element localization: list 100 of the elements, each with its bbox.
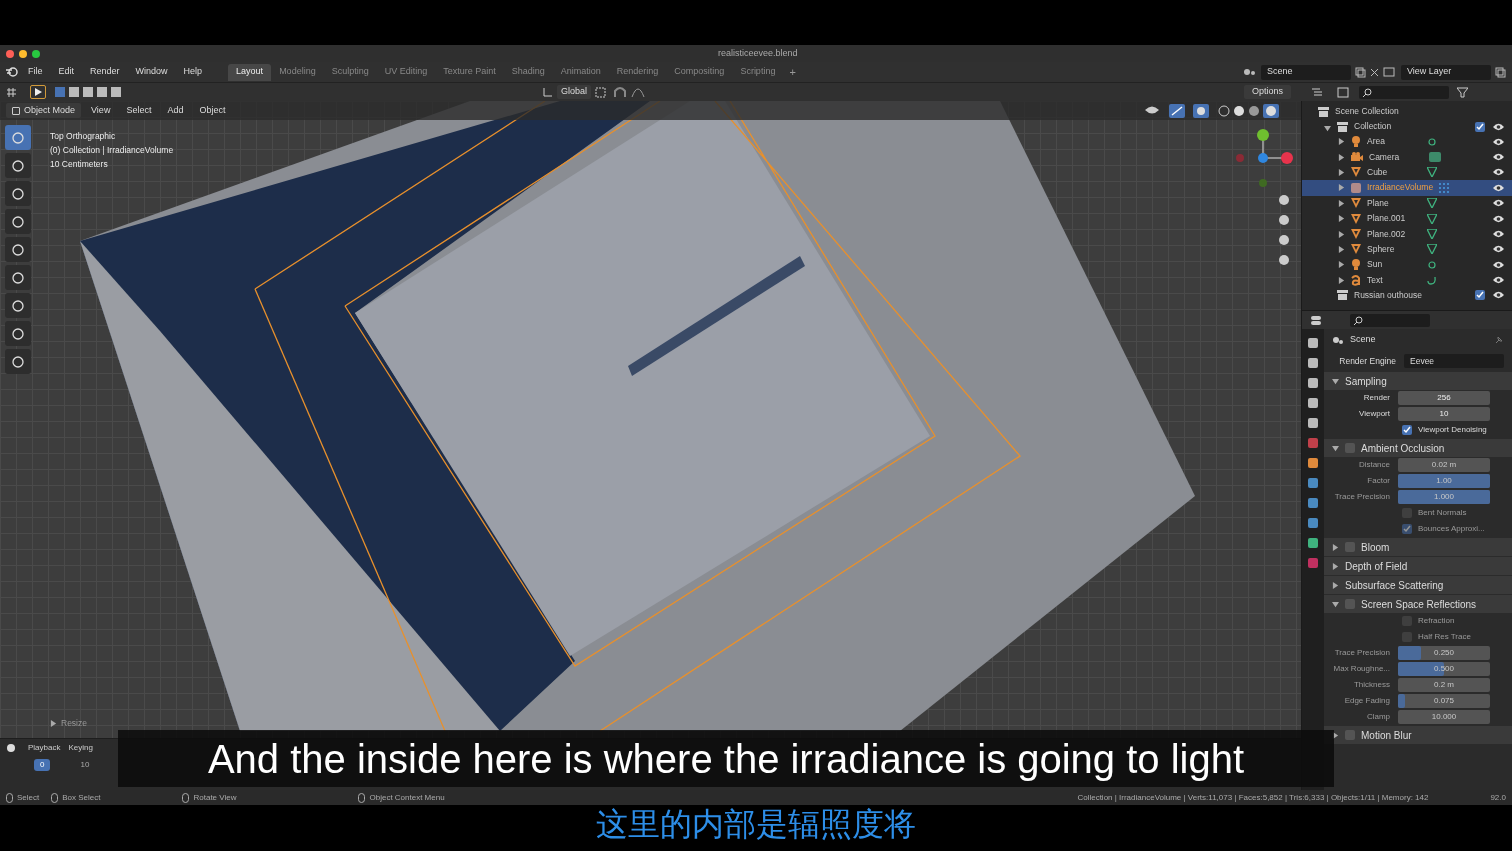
outliner-row[interactable]: Sphere: [1302, 241, 1512, 258]
checkbox[interactable]: [1345, 599, 1355, 609]
workspace-tab[interactable]: Modeling: [271, 63, 324, 81]
outliner-row[interactable]: Sun: [1302, 257, 1512, 273]
outliner-row[interactable]: Camera: [1302, 149, 1512, 165]
tree-item[interactable]: Russian outhouse: [1354, 289, 1423, 302]
expand-triangle-icon[interactable]: [50, 719, 57, 727]
options-dropdown[interactable]: Options: [1243, 85, 1291, 99]
menu-item[interactable]: File: [22, 65, 49, 79]
menu-item[interactable]: Render: [84, 65, 126, 79]
eye-icon[interactable]: [1493, 199, 1504, 208]
workspace-tab[interactable]: Shading: [503, 63, 553, 81]
eye-icon[interactable]: [1493, 153, 1504, 162]
checkbox[interactable]: [1345, 443, 1355, 453]
workspace-tab[interactable]: Texture Paint: [435, 63, 504, 81]
eye-icon[interactable]: [1493, 168, 1504, 177]
workspace-tab[interactable]: UV Editing: [376, 63, 436, 81]
search-field[interactable]: [1350, 313, 1430, 327]
view-layer-field[interactable]: View Layer: [1401, 64, 1491, 80]
current-frame-indicator[interactable]: 0: [34, 759, 51, 771]
object-name: Plane.002: [1367, 227, 1407, 241]
panel-header[interactable]: Depth of Field: [1324, 557, 1512, 575]
workspace-tab[interactable]: Rendering: [608, 63, 667, 81]
checkbox[interactable]: [1345, 542, 1355, 552]
eye-icon[interactable]: [1493, 183, 1504, 192]
mesh-data-icon: [1427, 244, 1437, 255]
proportional-icon[interactable]: [631, 86, 645, 98]
render-engine-dropdown[interactable]: Eevee: [1404, 354, 1504, 368]
mode-dropdown[interactable]: Object Mode: [6, 103, 82, 118]
minimize-button[interactable]: [19, 49, 27, 58]
menu-item[interactable]: Edit: [52, 65, 81, 79]
outliner-row[interactable]: Cube: [1302, 164, 1512, 181]
disclosure-triangle-icon: [1332, 377, 1339, 385]
outliner-row[interactable]: IrradianceVolume: [1302, 180, 1512, 196]
snap-icon[interactable]: [613, 86, 627, 98]
panel-header[interactable]: Motion Blur: [1324, 726, 1512, 744]
menu-item[interactable]: Window: [129, 65, 174, 79]
search-field[interactable]: [1359, 85, 1449, 99]
overlay-toggle-icon[interactable]: [1193, 103, 1209, 118]
close-button[interactable]: [6, 49, 14, 58]
eye-icon[interactable]: [1493, 214, 1504, 223]
eye-icon[interactable]: [1493, 260, 1504, 269]
zoom-button[interactable]: [32, 49, 40, 58]
last-operator-panel[interactable]: Resize: [61, 717, 87, 730]
menu-item[interactable]: Object: [193, 103, 232, 118]
funnel-icon[interactable]: [1457, 86, 1468, 98]
workspace-tab[interactable]: Compositing: [666, 63, 733, 81]
eye-icon[interactable]: [1493, 245, 1504, 254]
add-workspace-button[interactable]: +: [783, 63, 802, 81]
axis-icon: [542, 86, 553, 98]
number-field[interactable]: 10: [1398, 407, 1490, 421]
pivot-icon[interactable]: [595, 86, 609, 98]
gizmo-toggle-icon[interactable]: [1169, 103, 1185, 118]
field-label: Trace Precision: [1333, 647, 1391, 659]
menu-item[interactable]: Select: [120, 103, 158, 118]
visibility-icon[interactable]: [1145, 105, 1161, 116]
outliner-row[interactable]: Plane.002: [1302, 226, 1512, 242]
checkbox[interactable]: [1402, 425, 1412, 435]
outliner-row[interactable]: Plane: [1302, 195, 1512, 211]
copy-icon[interactable]: [1495, 66, 1506, 78]
menu-item[interactable]: Help: [177, 65, 209, 79]
menu-item[interactable]: Add: [161, 103, 190, 118]
outliner-row[interactable]: Plane.001: [1302, 210, 1512, 227]
checkbox[interactable]: [1345, 730, 1355, 740]
pin-icon[interactable]: [1494, 335, 1504, 345]
workspace-tab[interactable]: Scripting: [732, 63, 784, 81]
eye-icon[interactable]: [1493, 230, 1504, 239]
grid-dots-icon: [1439, 182, 1450, 193]
workspace-tab[interactable]: Animation: [552, 63, 609, 81]
close-icon[interactable]: [1370, 67, 1379, 77]
tree-item[interactable]: Collection: [1354, 120, 1392, 133]
outliner-row[interactable]: Text: [1302, 272, 1512, 288]
menu-item[interactable]: Playback: [28, 742, 61, 754]
checkbox[interactable]: [1475, 290, 1485, 301]
viewport-info-text: Top Orthographic: [50, 130, 117, 143]
logo-icon[interactable]: [6, 66, 18, 78]
selection-mode-icon[interactable]: [54, 86, 124, 98]
camera-data-icon: [1429, 152, 1441, 163]
select-tool-button[interactable]: [30, 85, 46, 99]
eye-icon[interactable]: [1493, 122, 1504, 131]
panel-header[interactable]: Ambient Occlusion: [1324, 439, 1512, 457]
number-field[interactable]: 256: [1398, 391, 1490, 405]
scene-field[interactable]: Scene: [1261, 64, 1351, 80]
camera-icon: [1351, 152, 1363, 163]
checkbox-label: Half Res Trace: [1418, 631, 1471, 643]
menu-item[interactable]: Keying: [68, 742, 93, 754]
outliner-row[interactable]: Area: [1302, 134, 1512, 150]
checkbox[interactable]: [1475, 121, 1485, 132]
eye-icon[interactable]: [1493, 291, 1504, 300]
panel-header[interactable]: Bloom: [1324, 538, 1512, 556]
panel-header[interactable]: Screen Space Reflections: [1324, 595, 1512, 613]
eye-icon[interactable]: [1493, 137, 1504, 146]
orientation-dropdown[interactable]: Global: [557, 85, 591, 99]
eye-icon[interactable]: [1493, 276, 1504, 285]
workspace-tab[interactable]: Sculpting: [323, 63, 377, 81]
copy-icon[interactable]: [1355, 66, 1366, 78]
panel-header[interactable]: Subsurface Scattering: [1324, 576, 1512, 594]
menu-item[interactable]: View: [85, 103, 117, 118]
workspace-tab[interactable]: Layout: [228, 63, 272, 81]
panel-header[interactable]: Sampling: [1324, 372, 1512, 390]
